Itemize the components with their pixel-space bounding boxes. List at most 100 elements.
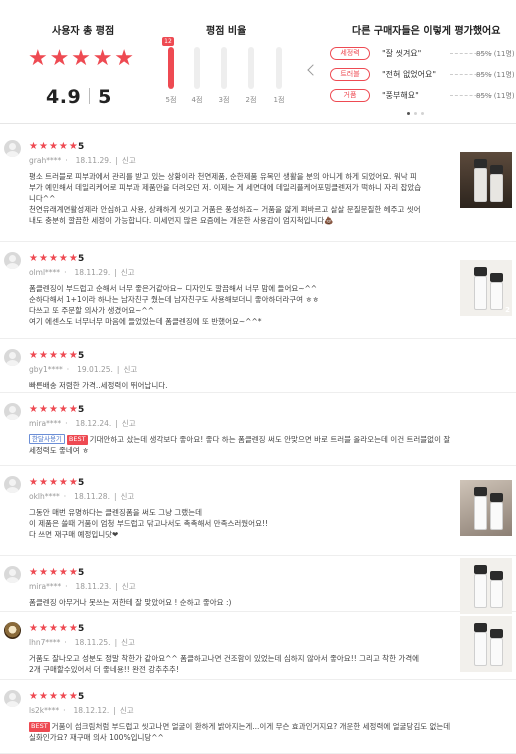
report-link[interactable]: 신고 bbox=[122, 156, 136, 165]
carousel-pager[interactable] bbox=[407, 112, 424, 115]
star-icon: ★ bbox=[29, 623, 38, 634]
review-meta: ls2k**** · 18.12.12. | 신고 bbox=[29, 705, 134, 716]
report-link[interactable]: 신고 bbox=[121, 268, 135, 277]
review-text-line: 한달사용기 BEST 기대안하고 샀는데 생각보다 좋아요! 좋다 하는 폼클렌징 … bbox=[29, 434, 453, 445]
review-date: 18.12.12. bbox=[73, 706, 110, 715]
star-icon: ★ bbox=[48, 567, 58, 578]
review-body: 빠른배송 저렴한 가격..세정력이 뛰어납니다. bbox=[29, 380, 453, 391]
product-bottle-image bbox=[474, 632, 487, 666]
star-icon: ★ bbox=[29, 350, 38, 361]
review-meta: lhn7**** · 18.11.25. | 신고 bbox=[29, 637, 135, 648]
keyword-tag[interactable]: 트러블 bbox=[330, 68, 370, 81]
keyword-tag[interactable]: 거품 bbox=[330, 89, 370, 102]
star-icon: ★ bbox=[58, 141, 68, 152]
star-icon: ★ bbox=[68, 567, 78, 578]
product-cap-image bbox=[490, 493, 503, 502]
keyword-row: 트러블 "전혀 없었어요" 85% (11명) bbox=[330, 68, 515, 82]
star-icon: ★ bbox=[48, 253, 58, 264]
meta-separator: · bbox=[64, 638, 67, 647]
review-text-line: 실화인가요? 재구매 의사 100%입니당^^ bbox=[29, 732, 453, 743]
chevron-left-icon[interactable] bbox=[307, 64, 319, 76]
star-icon: ★ bbox=[58, 404, 68, 415]
review-meta: olml**** · 18.11.29. | 신고 bbox=[29, 267, 135, 278]
review-text-line: 폼클렌징 아무거나 못쓰는 저한테 잘 맞았어요 ! 순하고 좋아요 :) bbox=[29, 597, 453, 608]
avatar bbox=[4, 690, 21, 707]
review-photo[interactable] bbox=[460, 480, 512, 536]
report-link[interactable]: 신고 bbox=[123, 365, 137, 374]
review-text: 니다^^ bbox=[29, 194, 56, 203]
review-photo[interactable]: 2 bbox=[460, 260, 512, 316]
average-score-value: 4.9 bbox=[46, 86, 82, 108]
review-photo[interactable] bbox=[460, 558, 512, 614]
review-score: 5 bbox=[78, 478, 85, 488]
review-text-line: 이 제품은 쓸때 거품이 엄청 부드럽고 닦고나서도 촉촉해서 만족스러웠어요!… bbox=[29, 518, 453, 529]
review-text-line: 빠른배송 저렴한 가격..세정력이 뛰어납니다. bbox=[29, 380, 453, 391]
report-link[interactable]: 신고 bbox=[122, 582, 136, 591]
product-cap-image bbox=[474, 159, 487, 168]
report-link[interactable]: 신고 bbox=[121, 638, 135, 647]
avatar bbox=[4, 476, 21, 493]
review-date: 18.11.28. bbox=[74, 492, 110, 501]
review-item: ★ ★ ★ ★ ★ 5 mira**** · 18.11.23. | 신고 폼클렌징 아무거나 못쓰는… bbox=[0, 556, 516, 614]
report-link[interactable]: 신고 bbox=[121, 492, 135, 501]
meta-separator: · bbox=[65, 582, 68, 591]
product-bottle-image bbox=[490, 174, 503, 202]
review-badge: 한달사용기 bbox=[29, 434, 65, 444]
star-icon: ★ bbox=[48, 350, 58, 361]
review-photo[interactable] bbox=[460, 616, 512, 672]
distribution-bar bbox=[221, 47, 227, 89]
review-text-line: 다 쓰면 재구매 예정입니닷❤ bbox=[29, 529, 453, 540]
star-icon: ★ bbox=[28, 46, 48, 71]
pager-dot[interactable] bbox=[407, 112, 410, 115]
meta-separator: · bbox=[66, 365, 70, 374]
review-text: 순하다해서 1+1이라 하나는 남자친구 줬는데 남자친구도 사용해보더니 좋아… bbox=[29, 295, 320, 304]
pager-dot[interactable] bbox=[421, 112, 424, 115]
review-date: 18.12.24. bbox=[75, 419, 112, 428]
meta-separator: · bbox=[64, 268, 67, 277]
pager-dot[interactable] bbox=[414, 112, 417, 115]
review-stars: ★ ★ ★ ★ ★ bbox=[29, 142, 78, 152]
meta-separator: · bbox=[65, 156, 68, 165]
star-icon: ★ bbox=[71, 46, 91, 71]
review-photo[interactable] bbox=[460, 152, 512, 208]
review-meta: grah**** · 18.11.29. | 신고 bbox=[29, 155, 136, 166]
star-icon: ★ bbox=[114, 46, 134, 71]
report-link[interactable]: 신고 bbox=[122, 419, 136, 428]
review-text: 여기 에센스도 너무너무 마음에 들었었는데 폼클렌징에 또 반했어요~^^* bbox=[29, 317, 262, 326]
product-bottle-image bbox=[490, 282, 503, 310]
review-text: 이 제품은 쓸때 거품이 엄청 부드럽고 닦고나서도 촉촉해서 만족스러웠어요!… bbox=[29, 519, 268, 528]
distribution-bar bbox=[194, 47, 200, 89]
report-link[interactable]: 신고 bbox=[120, 706, 134, 715]
star-icon: ★ bbox=[38, 253, 48, 264]
meta-separator: | bbox=[115, 582, 118, 591]
average-rating-title: 사용자 총 평점 bbox=[52, 26, 115, 37]
review-body: 그동안 매번 유명하다는 클렌징폼을 써도 그냥 그랬는데 이 제품은 쓸때 거품… bbox=[29, 507, 453, 540]
keyword-phrase: "전혀 없었어요" bbox=[382, 70, 437, 79]
rating-distribution-title: 평점 비율 bbox=[206, 26, 247, 37]
review-date: 18.11.29. bbox=[75, 156, 112, 165]
review-text: 기대안하고 샀는데 생각보다 좋아요! 좋다 하는 폼클렌징 써도 안맞으면 바… bbox=[89, 435, 453, 444]
distribution-label: 1점 bbox=[273, 96, 285, 104]
review-text-line: 세정력도 좋네여 ㅎ bbox=[29, 445, 453, 456]
review-date: 18.11.23. bbox=[75, 582, 112, 591]
review-text-line: 그동안 매번 유명하다는 클렌징폼을 써도 그냥 그랬는데 bbox=[29, 507, 453, 518]
review-badge: BEST bbox=[66, 435, 88, 445]
star-icon: ★ bbox=[29, 567, 38, 578]
review-text-line: 거품도 잘나오고 성분도 정말 착한가 같아요^^ 폼클하고나면 건조함이 있었… bbox=[29, 653, 453, 664]
keyword-tag[interactable]: 세정력 bbox=[330, 47, 370, 60]
star-icon: ★ bbox=[68, 253, 78, 264]
review-stars: ★ ★ ★ ★ ★ bbox=[29, 405, 78, 415]
review-text: 2개 구매할수있어서 더 좋네용!! 완전 강추추추! bbox=[29, 665, 179, 674]
star-icon: ★ bbox=[38, 350, 48, 361]
review-stars: ★ ★ ★ ★ ★ bbox=[29, 254, 78, 264]
star-icon: ★ bbox=[68, 477, 78, 488]
review-stars: ★ ★ ★ ★ ★ bbox=[29, 624, 78, 634]
meta-separator: · bbox=[63, 706, 66, 715]
review-text-line: 다쓰고 또 주문할 의사가 생겼어요~^^ bbox=[29, 305, 453, 316]
review-user: gby1**** bbox=[29, 365, 63, 374]
product-cap-image bbox=[474, 623, 487, 632]
review-text: 거품도 잘나오고 성분도 정말 착한가 같아요^^ 폼클하고나면 건조함이 있었… bbox=[29, 654, 420, 663]
star-icon: ★ bbox=[68, 691, 78, 702]
review-score: 5 bbox=[78, 624, 85, 634]
meta-separator: | bbox=[115, 419, 118, 428]
